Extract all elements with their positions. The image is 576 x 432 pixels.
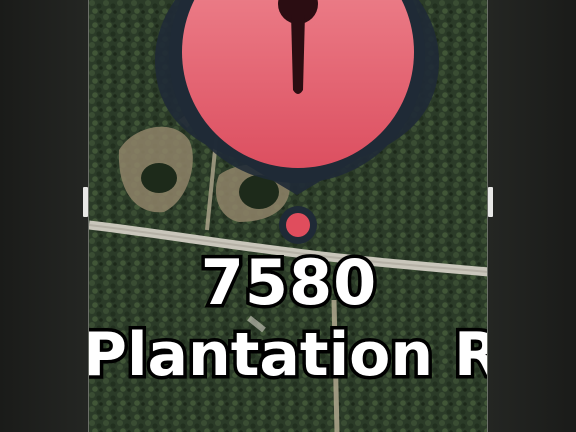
pin-anchor-dot <box>286 213 310 237</box>
right-resize-handle[interactable] <box>488 187 493 217</box>
right-backdrop <box>488 0 576 432</box>
pond <box>141 163 177 193</box>
left-backdrop <box>0 0 88 432</box>
address-number-label: 7580 <box>197 246 380 319</box>
satellite-map[interactable]: 7580 Plantation Rc <box>88 0 488 432</box>
street-name-label: Plantation Rc <box>88 320 487 390</box>
